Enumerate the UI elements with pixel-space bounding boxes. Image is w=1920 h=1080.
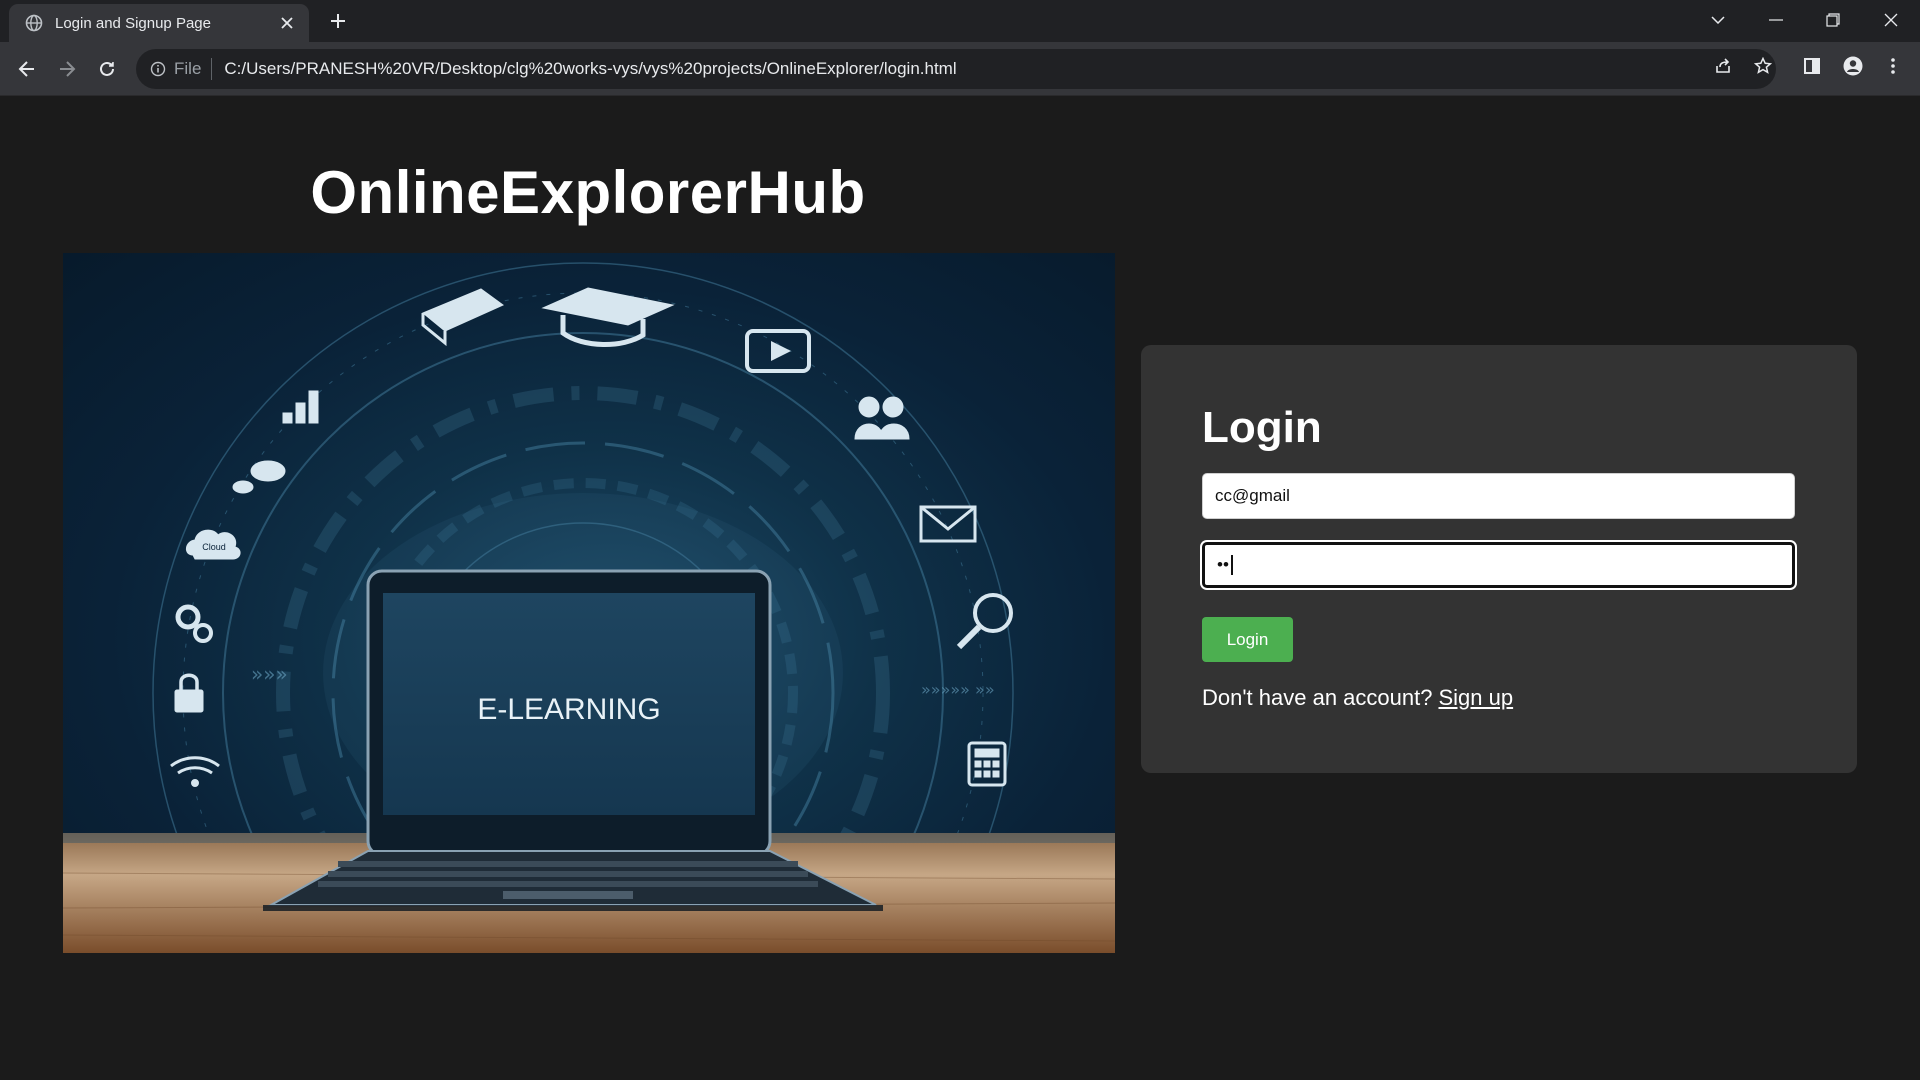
close-window-icon[interactable] <box>1863 0 1919 40</box>
new-tab-icon[interactable] <box>326 9 350 33</box>
login-button[interactable]: Login <box>1202 617 1293 662</box>
email-value: cc@gmail <box>1215 486 1290 505</box>
login-card: Login cc@gmail •• Login Don't have an ac… <box>1141 345 1857 773</box>
address-divider <box>211 58 213 80</box>
signup-prompt-text: Don't have an account? <box>1202 685 1433 710</box>
laptop-screen-text: E-LEARNING <box>477 693 660 726</box>
tab-title: Login and Signup Page <box>55 14 211 32</box>
password-field[interactable]: •• <box>1202 542 1795 588</box>
profile-icon[interactable] <box>1838 51 1868 81</box>
site-title: OnlineExplorerHub <box>310 159 866 226</box>
e-learning-illustration: Cloud »»» »»»»» »» E-LEARNING <box>63 262 1115 953</box>
info-icon[interactable] <box>148 59 168 79</box>
browser-tabstrip: Login and Signup Page <box>0 0 1920 42</box>
text-caret <box>1230 555 1233 575</box>
minimize-icon[interactable] <box>1748 0 1804 40</box>
hero-image: Cloud »»» »»»»» »» E-LEARNING <box>63 253 1115 953</box>
signup-link[interactable]: Sign up <box>1438 685 1513 710</box>
bookmark-star-icon[interactable] <box>1748 51 1778 81</box>
password-mask: •• <box>1217 555 1229 574</box>
svg-text:»»»: »»» <box>251 662 288 686</box>
forward-icon[interactable] <box>52 54 82 84</box>
side-panel-icon[interactable] <box>1797 51 1827 81</box>
address-bar[interactable]: File C:/Users/PRANESH%20VR/Desktop/clg%2… <box>136 49 1776 89</box>
login-heading: Login <box>1202 403 1322 452</box>
page-body: OnlineExplorerHub Cloud »»» »»»»» »» E-L… <box>0 96 1920 1080</box>
globe-icon <box>25 14 43 32</box>
more-menu-icon[interactable] <box>1878 51 1908 81</box>
address-scheme-chip: File <box>174 59 202 78</box>
signup-prompt-line: Don't have an account? Sign up <box>1202 685 1513 711</box>
close-tab-icon[interactable] <box>277 13 297 33</box>
svg-text:»»»»» »»: »»»»» »» <box>921 680 995 699</box>
restore-icon[interactable] <box>1805 0 1861 40</box>
reload-icon[interactable] <box>92 54 122 84</box>
share-icon[interactable] <box>1708 51 1738 81</box>
browser-toolbar: File C:/Users/PRANESH%20VR/Desktop/clg%2… <box>0 42 1920 96</box>
browser-tab[interactable]: Login and Signup Page <box>9 4 309 42</box>
email-field[interactable]: cc@gmail <box>1202 473 1795 519</box>
back-icon[interactable] <box>12 54 42 84</box>
url-text[interactable]: C:/Users/PRANESH%20VR/Desktop/clg%20work… <box>224 59 956 79</box>
cloud-label: Cloud <box>202 542 226 552</box>
tab-search-icon[interactable] <box>1690 0 1746 40</box>
